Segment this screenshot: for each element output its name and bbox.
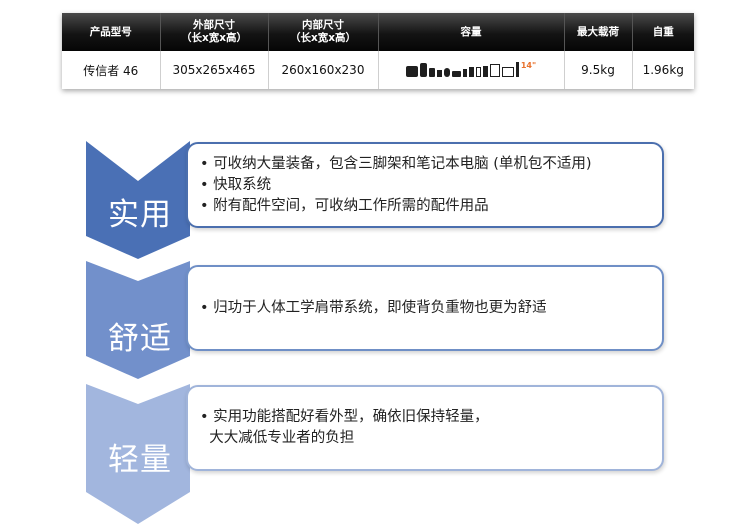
feature-bullet: 大大减低专业者的负担: [200, 430, 355, 446]
cell-weight: 1.96kg: [632, 51, 694, 89]
cell-model: 传信者 46: [62, 51, 161, 89]
feature-title-comfort: 舒适: [108, 321, 172, 357]
feature-bullet: • 快取系统: [200, 176, 272, 193]
cell-outer-size: 305x265x465: [160, 51, 269, 89]
header-weight: 自重: [632, 13, 694, 51]
small-lens-icon: [443, 67, 450, 77]
feature-lightweight: 轻量 • 实用功能搭配好看外型，确依旧保持轻量， 大大减低专业者的负担: [0, 384, 750, 524]
cell-capacity: 14": [378, 51, 565, 89]
lens-icon: [419, 62, 427, 77]
feature-bullet: • 实用功能搭配好看外型，确依旧保持轻量，: [200, 409, 489, 425]
feature-bullet: • 附有配件空间，可收纳工作所需的配件用品: [200, 197, 489, 214]
laptop-icon: [501, 66, 514, 77]
tablet-icon: [489, 63, 500, 77]
feature-title-lightweight: 轻量: [108, 442, 172, 478]
feature-bullet: • 可收纳大量装备，包含三脚架和笔记本电脑 (单机包不适用): [200, 155, 592, 172]
feature-box-comfort: • 归功于人体工学肩带系统，即使背负重物也更为舒适: [186, 265, 664, 351]
feature-bullet: • 归功于人体工学肩带系统，即使背负重物也更为舒适: [200, 299, 547, 316]
header-inner-size: 内部尺寸 （长x宽x高）: [268, 13, 379, 51]
header-model: 产品型号: [62, 13, 161, 51]
camera-body-icon: [405, 65, 418, 77]
flash-icon: [436, 69, 442, 77]
phone-icon: [482, 65, 488, 77]
header-max-load: 最大载荷: [564, 13, 633, 51]
camera-icon: [451, 70, 461, 77]
table-row: 传信者 46 305x265x465 260x160x230 14" 9.5kg…: [62, 51, 694, 89]
laptop-size-label: 14": [520, 60, 537, 70]
battery-icon: [468, 66, 474, 77]
cell-inner-size: 260x160x230: [268, 51, 379, 89]
lens-icon: [428, 67, 435, 77]
tripod-icon: [515, 61, 519, 77]
feature-box-practical: • 可收纳大量装备，包含三脚架和笔记本电脑 (单机包不适用) • 快取系统 • …: [186, 142, 664, 228]
battery-icon: [462, 68, 467, 77]
feature-title-practical: 实用: [108, 197, 172, 233]
header-outer-size: 外部尺寸 （长x宽x高）: [160, 13, 269, 51]
spec-table: 产品型号 外部尺寸 （长x宽x高） 内部尺寸 （长x宽x高） 容量 最大载荷 自…: [62, 13, 694, 89]
feature-practical: 实用 • 可收纳大量装备，包含三脚架和笔记本电脑 (单机包不适用) • 快取系统…: [0, 141, 750, 259]
feature-box-lightweight: • 实用功能搭配好看外型，确依旧保持轻量， 大大减低专业者的负担: [186, 385, 664, 471]
header-capacity: 容量: [378, 13, 565, 51]
table-header-row: 产品型号 外部尺寸 （长x宽x高） 内部尺寸 （长x宽x高） 容量 最大载荷 自…: [62, 13, 694, 51]
feature-comfort: 舒适 • 归功于人体工学肩带系统，即使背负重物也更为舒适: [0, 261, 750, 379]
phone-icon: [475, 66, 481, 77]
cell-max-load: 9.5kg: [564, 51, 633, 89]
capacity-icons: 14": [405, 60, 537, 77]
